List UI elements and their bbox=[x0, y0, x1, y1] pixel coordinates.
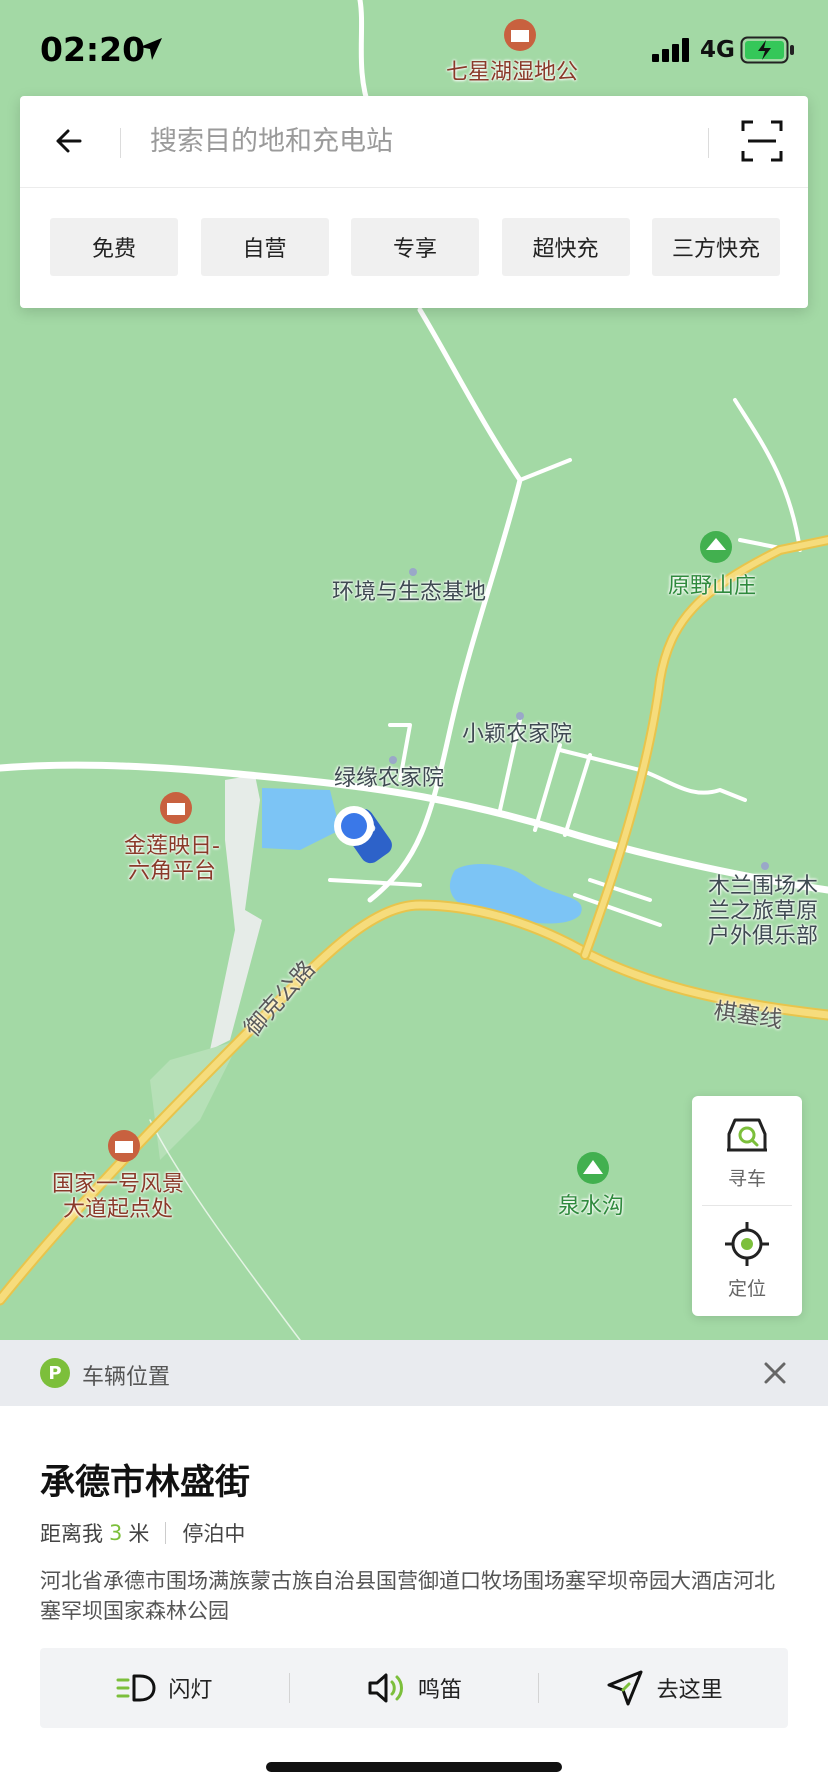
poi-label-guojia[interactable]: 国家一号风景 大道起点处 bbox=[52, 1172, 184, 1222]
poi-marker-brown bbox=[160, 792, 192, 824]
home-indicator bbox=[266, 1762, 562, 1772]
poi-label-quanshui[interactable]: 泉水沟 bbox=[558, 1194, 624, 1219]
back-arrow-icon[interactable] bbox=[46, 118, 92, 164]
filter-chip-exclusive[interactable]: 专享 bbox=[351, 218, 479, 276]
navigate-label: 去这里 bbox=[656, 1678, 723, 1703]
distance-value: 3 bbox=[109, 1521, 123, 1545]
vehicle-marker bbox=[334, 806, 392, 864]
distance-label: 距离我 bbox=[40, 1522, 103, 1546]
status-time: 02:20 bbox=[40, 30, 146, 69]
locate-button[interactable]: 定位 bbox=[692, 1206, 802, 1316]
signal-icon bbox=[652, 38, 689, 62]
filter-chip-third-party-fast[interactable]: 三方快充 bbox=[652, 218, 780, 276]
sheet-title: 车辆位置 bbox=[82, 1365, 171, 1390]
speaker-icon bbox=[368, 1673, 403, 1703]
battery-charging-icon bbox=[740, 36, 794, 64]
poi-label-jinlian[interactable]: 金莲映日- 六角平台 bbox=[124, 834, 220, 884]
poi-label-lvyuan[interactable]: 绿缘农家院 bbox=[334, 766, 444, 791]
locate-label: 定位 bbox=[727, 1278, 766, 1300]
flash-label: 闪灯 bbox=[168, 1678, 213, 1703]
search-card: 免费 自营 专享 超快充 三方快充 bbox=[20, 96, 808, 308]
vehicle-location-header: P 车辆位置 bbox=[0, 1340, 828, 1406]
divider bbox=[708, 128, 709, 158]
location-title: 承德市林盛街 bbox=[40, 1463, 251, 1503]
find-car-button[interactable]: 寻车 bbox=[692, 1096, 802, 1206]
locate-icon bbox=[725, 1222, 769, 1266]
search-row bbox=[20, 96, 808, 188]
search-input[interactable] bbox=[150, 118, 710, 164]
poi-label-yuanye[interactable]: 原野山庄 bbox=[668, 574, 756, 599]
status-bar: 02:20 4G bbox=[0, 0, 828, 96]
poi-marker-green bbox=[577, 1152, 609, 1184]
poi-marker-brown bbox=[108, 1130, 140, 1162]
poi-label-huanjing[interactable]: 环境与生态基地 bbox=[332, 580, 486, 605]
poi-label-xiaoying[interactable]: 小颖农家院 bbox=[462, 722, 572, 747]
honk-label: 鸣笛 bbox=[418, 1678, 463, 1703]
filter-chip-self-operated[interactable]: 自营 bbox=[200, 218, 329, 276]
distance-status: 距离我 3 米 停泊中 bbox=[40, 1518, 245, 1548]
location-arrow-icon bbox=[140, 38, 162, 60]
lake bbox=[262, 788, 340, 850]
navigate-arrow-icon bbox=[607, 1670, 643, 1706]
scan-icon[interactable] bbox=[740, 118, 784, 164]
poi-marker-green bbox=[700, 531, 732, 563]
parking-icon: P bbox=[40, 1358, 70, 1388]
parking-status: 停泊中 bbox=[182, 1522, 246, 1546]
car-search-icon bbox=[727, 1118, 767, 1152]
distance-unit: 米 bbox=[128, 1522, 150, 1546]
find-car-label: 寻车 bbox=[727, 1168, 766, 1190]
full-address: 河北省承德市围场满族蒙古族自治县国营御道口牧场围场塞罕坝帝园大酒店河北塞罕坝国家… bbox=[40, 1569, 775, 1623]
honk-button[interactable]: 鸣笛 bbox=[290, 1648, 539, 1728]
filter-chip-super-fast[interactable]: 超快充 bbox=[501, 218, 630, 276]
filter-chips: 免费 自营 专享 超快充 三方快充 bbox=[50, 218, 780, 276]
vehicle-info-sheet: 承德市林盛街 距离我 3 米 停泊中 河北省承德市围场满族蒙古族自治县国营御道口… bbox=[0, 1406, 828, 1792]
map-controls: 寻车 定位 bbox=[692, 1096, 802, 1316]
navigate-button[interactable]: 去这里 bbox=[539, 1648, 788, 1728]
flash-lights-button[interactable]: 闪灯 bbox=[40, 1648, 289, 1728]
divider bbox=[120, 128, 121, 158]
network-type: 4G bbox=[700, 37, 735, 63]
headlight-icon bbox=[116, 1674, 156, 1702]
divider bbox=[165, 1522, 167, 1544]
poi-label-mulan[interactable]: 木兰围场木 兰之旅草原 户外俱乐部 bbox=[708, 874, 818, 949]
filter-chip-free[interactable]: 免费 bbox=[50, 218, 178, 276]
close-icon[interactable] bbox=[758, 1356, 792, 1390]
vehicle-actions: 闪灯 鸣笛 去这里 bbox=[40, 1648, 788, 1728]
